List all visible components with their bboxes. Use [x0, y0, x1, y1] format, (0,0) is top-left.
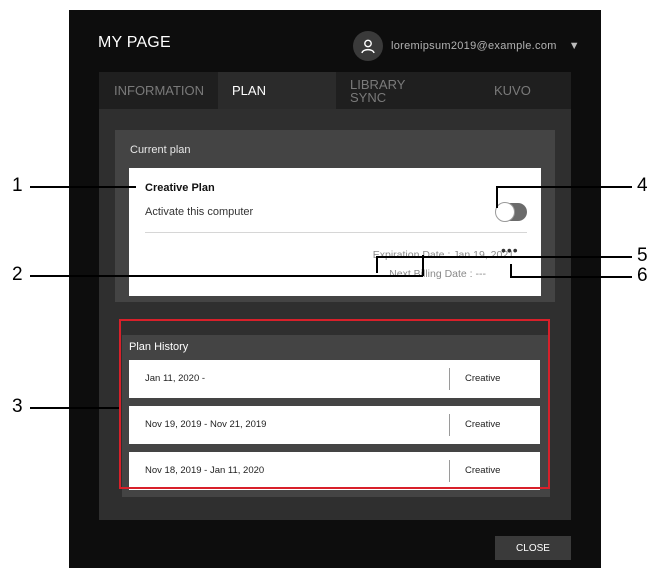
callout-line-4 — [496, 186, 632, 188]
dialog-title: MY PAGE — [98, 34, 171, 51]
username: loremipsum2019@example.com — [391, 40, 557, 52]
divider — [145, 232, 527, 233]
callout-line-6-stem — [510, 264, 512, 277]
caret-down-icon: ▼ — [568, 40, 580, 52]
account-menu[interactable]: loremipsum2019@example.com ▼ — [353, 30, 583, 62]
callout-line-2-stem — [422, 255, 424, 276]
activate-label: Activate this computer — [145, 206, 254, 218]
callout-line-2 — [30, 275, 423, 277]
user-icon — [353, 31, 383, 61]
expiration-date: Expiration Date : Jan 19, 2021 — [372, 249, 514, 261]
tab-bar: INFORMATION PLAN LIBRARY SYNC KUVO — [99, 72, 571, 109]
callout-line-1 — [30, 186, 136, 188]
tab-plan[interactable]: PLAN — [218, 72, 336, 109]
callout-line-3 — [30, 407, 119, 409]
close-button[interactable]: CLOSE — [495, 536, 571, 560]
tab-library-sync[interactable]: LIBRARY SYNC — [336, 72, 453, 109]
callout-number-5: 5 — [637, 245, 648, 266]
callout-number-2: 2 — [12, 264, 23, 285]
callout-number-3: 3 — [12, 396, 23, 417]
plan-history-highlight — [119, 319, 550, 489]
callout-number-6: 6 — [637, 265, 648, 286]
plan-name: Creative Plan — [145, 182, 215, 194]
tab-information[interactable]: INFORMATION — [99, 72, 218, 109]
callout-line-5-stem — [376, 256, 378, 273]
callout-number-4: 4 — [637, 175, 648, 196]
plan-card: Creative Plan Activate this computer Exp… — [129, 168, 541, 296]
toggle-knob — [495, 202, 515, 222]
callout-number-1: 1 — [12, 175, 23, 196]
current-plan-label: Current plan — [130, 144, 191, 156]
next-billing-date: Next Billing Date : --- — [389, 268, 486, 280]
callout-line-6 — [510, 276, 632, 278]
activate-toggle[interactable] — [495, 202, 527, 222]
callout-line-5 — [376, 256, 632, 258]
tab-kuvo[interactable]: KUVO — [453, 72, 571, 109]
callout-line-4-stem — [496, 186, 498, 208]
